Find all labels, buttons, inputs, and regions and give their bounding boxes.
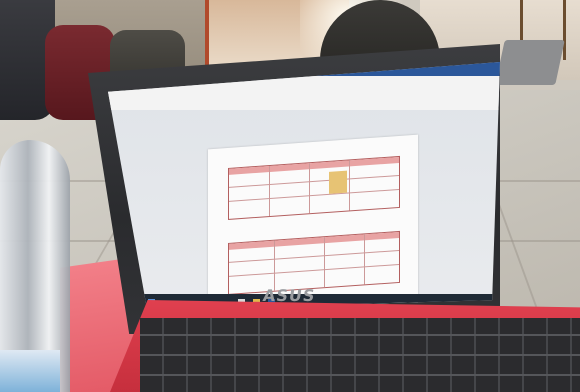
document-page: [208, 134, 418, 310]
table-rule: [229, 188, 399, 202]
table-rule: [309, 163, 310, 214]
bottle-label: [0, 350, 60, 392]
table-rule: [229, 249, 399, 263]
highlighted-cell: [329, 170, 347, 194]
key-row-gap: [140, 334, 580, 336]
document-table: [228, 155, 400, 220]
laptop-screen: [108, 62, 500, 310]
table-header-row: [229, 156, 399, 175]
table-rule: [229, 174, 399, 188]
key-row-gap: [140, 354, 580, 356]
photo-scene: ASUS: [0, 0, 580, 392]
table-rule: [349, 160, 350, 211]
background-laptop: [495, 40, 565, 85]
table-rule: [274, 240, 275, 291]
table-rule: [364, 234, 365, 285]
keyboard: [140, 318, 580, 392]
table-rule: [229, 263, 399, 277]
table-rule: [324, 237, 325, 288]
table-header-row: [229, 231, 399, 250]
key-row-gap: [140, 374, 580, 376]
table-rule: [269, 166, 270, 217]
